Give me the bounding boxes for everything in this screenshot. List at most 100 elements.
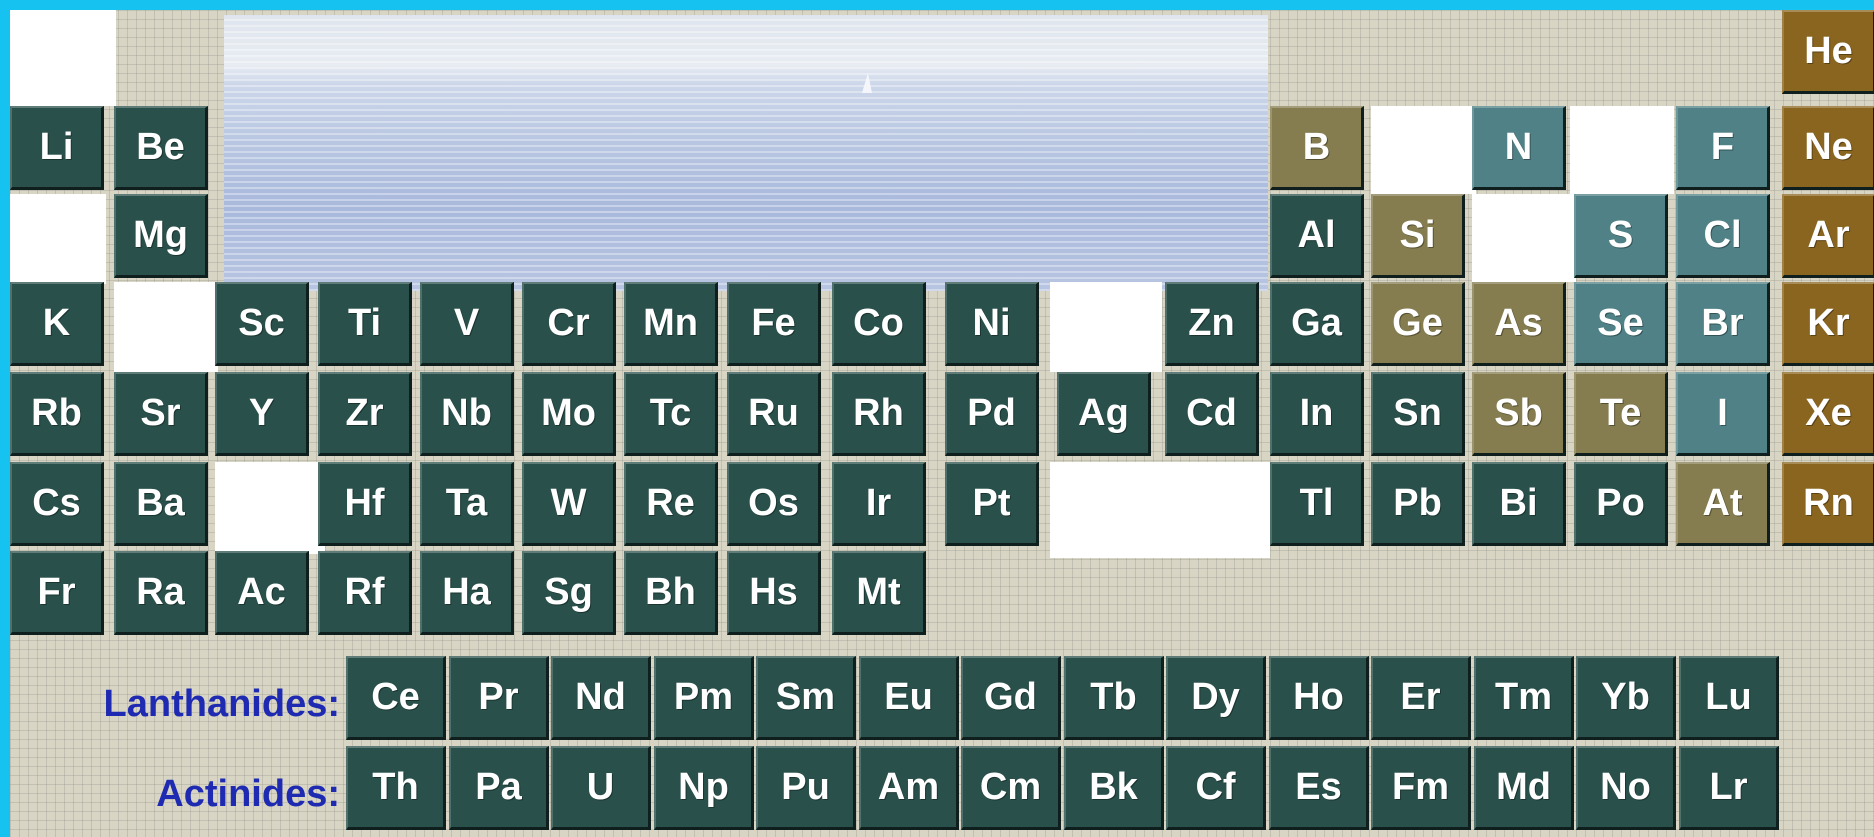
element-md[interactable]: Md <box>1474 746 1574 830</box>
element-er[interactable]: Er <box>1371 656 1471 740</box>
element-xe[interactable]: Xe <box>1782 372 1874 456</box>
element-pu[interactable]: Pu <box>756 746 856 830</box>
element-th[interactable]: Th <box>346 746 446 830</box>
element-sr[interactable]: Sr <box>114 372 208 456</box>
element-fe[interactable]: Fe <box>727 282 821 366</box>
element-cs[interactable]: Cs <box>10 462 104 546</box>
element-ti[interactable]: Ti <box>318 282 412 366</box>
element-sc[interactable]: Sc <box>215 282 309 366</box>
element-sn[interactable]: Sn <box>1371 372 1465 456</box>
element-at[interactable]: At <box>1676 462 1770 546</box>
element-mg[interactable]: Mg <box>114 194 208 278</box>
element-ho[interactable]: Ho <box>1269 656 1369 740</box>
element-yb[interactable]: Yb <box>1576 656 1676 740</box>
element-ag[interactable]: Ag <box>1057 372 1151 456</box>
element-u[interactable]: U <box>551 746 651 830</box>
element-ne[interactable]: Ne <box>1782 106 1874 190</box>
element-cd[interactable]: Cd <box>1165 372 1259 456</box>
element-f[interactable]: F <box>1676 106 1770 190</box>
element-ha[interactable]: Ha <box>420 551 514 635</box>
element-sg[interactable]: Sg <box>522 551 616 635</box>
element-zn[interactable]: Zn <box>1165 282 1259 366</box>
element-b[interactable]: B <box>1270 106 1364 190</box>
element-es[interactable]: Es <box>1269 746 1369 830</box>
element-eu[interactable]: Eu <box>859 656 959 740</box>
element-pr[interactable]: Pr <box>449 656 549 740</box>
element-rb[interactable]: Rb <box>10 372 104 456</box>
element-ce[interactable]: Ce <box>346 656 446 740</box>
element-hs[interactable]: Hs <box>727 551 821 635</box>
element-i[interactable]: I <box>1676 372 1770 456</box>
element-rn[interactable]: Rn <box>1782 462 1874 546</box>
element-w[interactable]: W <box>522 462 616 546</box>
element-lu[interactable]: Lu <box>1679 656 1779 740</box>
element-ge[interactable]: Ge <box>1371 282 1465 366</box>
element-li[interactable]: Li <box>10 106 104 190</box>
element-pa[interactable]: Pa <box>449 746 549 830</box>
element-gd[interactable]: Gd <box>961 656 1061 740</box>
element-po[interactable]: Po <box>1574 462 1668 546</box>
element-be[interactable]: Be <box>114 106 208 190</box>
element-n[interactable]: N <box>1472 106 1566 190</box>
element-ar[interactable]: Ar <box>1782 194 1874 278</box>
element-in[interactable]: In <box>1270 372 1364 456</box>
element-tb[interactable]: Tb <box>1064 656 1164 740</box>
element-sm[interactable]: Sm <box>756 656 856 740</box>
element-tm[interactable]: Tm <box>1474 656 1574 740</box>
element-mt[interactable]: Mt <box>832 551 926 635</box>
element-cl[interactable]: Cl <box>1676 194 1770 278</box>
element-cr[interactable]: Cr <box>522 282 616 366</box>
element-fr[interactable]: Fr <box>10 551 104 635</box>
element-rf[interactable]: Rf <box>318 551 412 635</box>
element-ir[interactable]: Ir <box>832 462 926 546</box>
element-dy[interactable]: Dy <box>1166 656 1266 740</box>
element-zr[interactable]: Zr <box>318 372 412 456</box>
element-ra[interactable]: Ra <box>114 551 208 635</box>
element-am[interactable]: Am <box>859 746 959 830</box>
element-y[interactable]: Y <box>215 372 309 456</box>
element-cf[interactable]: Cf <box>1166 746 1266 830</box>
element-tc[interactable]: Tc <box>624 372 718 456</box>
element-al[interactable]: Al <box>1270 194 1364 278</box>
element-mo[interactable]: Mo <box>522 372 616 456</box>
element-pt[interactable]: Pt <box>945 462 1039 546</box>
element-nd[interactable]: Nd <box>551 656 651 740</box>
element-re[interactable]: Re <box>624 462 718 546</box>
element-br[interactable]: Br <box>1676 282 1770 366</box>
element-kr[interactable]: Kr <box>1782 282 1874 366</box>
element-bk[interactable]: Bk <box>1064 746 1164 830</box>
element-s[interactable]: S <box>1574 194 1668 278</box>
element-bh[interactable]: Bh <box>624 551 718 635</box>
element-ru[interactable]: Ru <box>727 372 821 456</box>
element-he[interactable]: He <box>1782 10 1874 94</box>
element-as[interactable]: As <box>1472 282 1566 366</box>
element-bi[interactable]: Bi <box>1472 462 1566 546</box>
element-fm[interactable]: Fm <box>1371 746 1471 830</box>
element-nb[interactable]: Nb <box>420 372 514 456</box>
element-hf[interactable]: Hf <box>318 462 412 546</box>
element-k[interactable]: K <box>10 282 104 366</box>
element-pd[interactable]: Pd <box>945 372 1039 456</box>
element-ga[interactable]: Ga <box>1270 282 1364 366</box>
element-ac[interactable]: Ac <box>215 551 309 635</box>
element-te[interactable]: Te <box>1574 372 1668 456</box>
empty-block <box>1371 106 1476 194</box>
element-rh[interactable]: Rh <box>832 372 926 456</box>
element-os[interactable]: Os <box>727 462 821 546</box>
element-np[interactable]: Np <box>654 746 754 830</box>
element-sb[interactable]: Sb <box>1472 372 1566 456</box>
element-ni[interactable]: Ni <box>945 282 1039 366</box>
element-se[interactable]: Se <box>1574 282 1668 366</box>
element-cm[interactable]: Cm <box>961 746 1061 830</box>
element-tl[interactable]: Tl <box>1270 462 1364 546</box>
element-co[interactable]: Co <box>832 282 926 366</box>
element-pb[interactable]: Pb <box>1371 462 1465 546</box>
element-lr[interactable]: Lr <box>1679 746 1779 830</box>
element-ta[interactable]: Ta <box>420 462 514 546</box>
element-si[interactable]: Si <box>1371 194 1465 278</box>
element-pm[interactable]: Pm <box>654 656 754 740</box>
element-v[interactable]: V <box>420 282 514 366</box>
element-ba[interactable]: Ba <box>114 462 208 546</box>
element-mn[interactable]: Mn <box>624 282 718 366</box>
element-no[interactable]: No <box>1576 746 1676 830</box>
